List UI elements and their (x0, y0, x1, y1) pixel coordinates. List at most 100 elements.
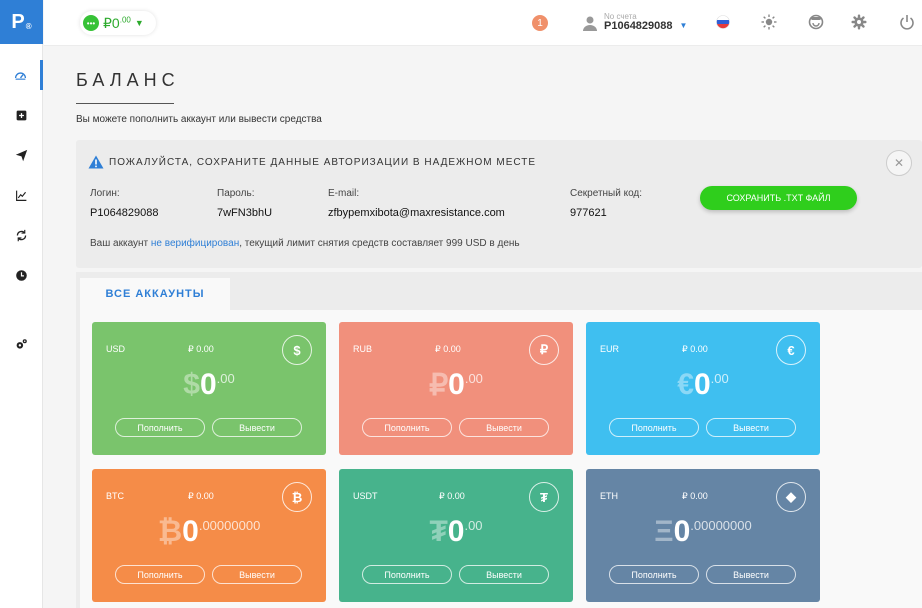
limit-suffix: , текущий лимит снятия средств составляе… (239, 238, 520, 249)
email-value: zfbypemxibota@maxresistance.com (328, 207, 505, 219)
account-card-eur: EUR ₽ 0.00 € €0.00 Пополнить Вывести (586, 322, 820, 455)
card-decimals: .00 (710, 371, 729, 386)
language-flag-icon[interactable] (715, 14, 731, 30)
topbar: ••• ₽0.00 ▼ 1 No счета P1064829088 ▼ (44, 0, 922, 46)
account-card-eth: ETH ₽ 0.00 ◆ Ξ 0.00000000 Пополнить Вывес… (586, 469, 820, 602)
card-symbol: ₽ (429, 369, 449, 402)
account-card-usdt: USDT ₽ 0.00 ₮ ₮ 0.00 Пополнить Вывести (339, 469, 573, 602)
sidebar-item-deposit[interactable] (0, 100, 43, 130)
accounts-panel: USD ₽ 0.00 $ $0.00 Пополнить Вывести RUB… (80, 310, 922, 608)
gear-icon[interactable] (851, 14, 867, 30)
wallet-amount: 0 (111, 14, 120, 31)
sun-icon[interactable] (761, 14, 777, 30)
card-balance: ₮ 0.00 (339, 515, 573, 549)
withdraw-button[interactable]: Вывести (212, 418, 302, 437)
logo-mark: ® (25, 21, 32, 31)
title-underline (76, 103, 174, 104)
card-balance: $0.00 (92, 368, 326, 402)
card-currency-code: EUR (600, 344, 620, 354)
withdraw-button[interactable]: Вывести (212, 565, 302, 584)
wallet-icon: ••• (83, 15, 99, 31)
limit-prefix: Ваш аккаунт (90, 238, 151, 249)
warning-icon (88, 155, 104, 169)
withdraw-button[interactable]: Вывести (706, 565, 796, 584)
not-verified-link[interactable]: не верифицирован (151, 238, 239, 249)
wallet-selector[interactable]: ••• ₽0.00 ▼ (80, 11, 156, 35)
main-content: БАЛАНС Вы можете пополнить аккаунт или в… (44, 46, 922, 608)
sidebar-item-balance[interactable] (0, 60, 43, 90)
account-selector[interactable]: No счета P1064829088 ▼ (582, 13, 687, 32)
support-icon[interactable] (808, 14, 824, 30)
password-label: Пароль: (217, 188, 255, 199)
card-symbol: ₮ (429, 515, 448, 548)
chart-icon (16, 190, 27, 201)
card-decimals: .00 (216, 371, 235, 386)
deposit-button[interactable]: Пополнить (362, 565, 452, 584)
deposit-button[interactable]: Пополнить (115, 418, 205, 437)
sidebar-item-stats[interactable] (0, 180, 43, 210)
login-field: Логин: P1064829088 (90, 188, 159, 219)
card-amount: 0 (182, 515, 199, 548)
tab-all-accounts[interactable]: ВСЕ АККАУНТЫ (80, 278, 230, 310)
card-amount: 0 (693, 368, 711, 401)
sidebar-item-exchange[interactable] (0, 220, 43, 250)
withdraw-button[interactable]: Вывести (706, 418, 796, 437)
wallet-currency: ₽ (103, 14, 112, 31)
card-balance: €0.00 (586, 368, 820, 402)
euro-icon: € (776, 335, 806, 365)
auth-data-alert: ПОЖАЛУЙСТА, СОХРАНИТЕ ДАННЫЕ АВТОРИЗАЦИИ… (76, 140, 922, 268)
card-decimals: .00000000 (690, 518, 752, 533)
sidebar-item-history[interactable] (0, 260, 43, 290)
deposit-button[interactable]: Пополнить (115, 565, 205, 584)
logo-letter: P (11, 10, 25, 33)
dashboard-icon (14, 71, 26, 80)
account-card-btc: BTC ₽ 0.00 ₿ ₿ 0.00000000 Пополнить Вывес… (92, 469, 326, 602)
card-amount: 0 (199, 368, 217, 401)
email-field: E-mail: zfbypemxibota@maxresistance.com (328, 188, 505, 219)
alert-title: ПОЖАЛУЙСТА, СОХРАНИТЕ ДАННЫЕ АВТОРИЗАЦИИ… (109, 156, 537, 168)
email-label: E-mail: (328, 188, 360, 199)
withdraw-button[interactable]: Вывести (459, 565, 549, 584)
save-txt-button[interactable]: СОХРАНИТЬ .TXT ФАЙЛ (700, 186, 857, 210)
card-symbol: Ξ (654, 515, 674, 548)
power-icon[interactable] (899, 14, 915, 30)
withdraw-button[interactable]: Вывести (459, 418, 549, 437)
card-currency-code: BTC (106, 491, 124, 501)
add-square-icon (16, 110, 27, 120)
card-rub-equivalent: ₽ 0.00 (188, 491, 214, 501)
sidebar-item-send[interactable] (0, 140, 43, 170)
card-decimals: .00000000 (198, 518, 261, 533)
chevron-down-icon: ▼ (134, 18, 144, 28)
logo[interactable]: P ® (0, 0, 43, 44)
tether-icon: ₮ (529, 482, 559, 512)
card-balance: Ξ 0.00000000 (586, 515, 820, 549)
secret-code-label: Секретный код: (570, 188, 643, 199)
sidebar-item-settings[interactable] (0, 329, 43, 359)
card-decimals: .00 (464, 371, 483, 386)
card-currency-code: ETH (600, 491, 618, 501)
notification-badge[interactable]: 1 (532, 15, 548, 31)
card-rub-equivalent: ₽ 0.00 (439, 491, 465, 501)
page-title: БАЛАНС (76, 70, 180, 90)
login-label: Логин: (90, 188, 120, 199)
deposit-button[interactable]: Пополнить (609, 418, 699, 437)
deposit-button[interactable]: Пополнить (362, 418, 452, 437)
ruble-icon: ₽ (529, 335, 559, 365)
verification-notice: Ваш аккаунт не верифицирован, текущий ли… (90, 238, 520, 249)
account-id: P1064829088 (604, 20, 673, 32)
card-currency-code: USDT (353, 491, 378, 501)
page-subtitle: Вы можете пополнить аккаунт или вывести … (76, 114, 322, 125)
ethereum-icon: ◆ (776, 482, 806, 512)
card-amount: 0 (448, 368, 465, 401)
login-value: P1064829088 (90, 207, 159, 219)
card-amount: 0 (447, 515, 465, 548)
card-symbol: ₿ (157, 515, 183, 548)
account-card-rub: RUB ₽ 0.00 ₽ ₽0.00 Пополнить Вывести (339, 322, 573, 455)
close-alert-button[interactable]: ✕ (886, 150, 912, 176)
sidebar: P ® (0, 0, 43, 608)
wallet-balance: ₽0.00 (103, 15, 131, 32)
deposit-button[interactable]: Пополнить (609, 565, 699, 584)
card-decimals: .00 (464, 518, 483, 533)
card-rub-equivalent: ₽ 0.00 (682, 491, 708, 501)
bitcoin-icon: ₿ (282, 482, 312, 512)
